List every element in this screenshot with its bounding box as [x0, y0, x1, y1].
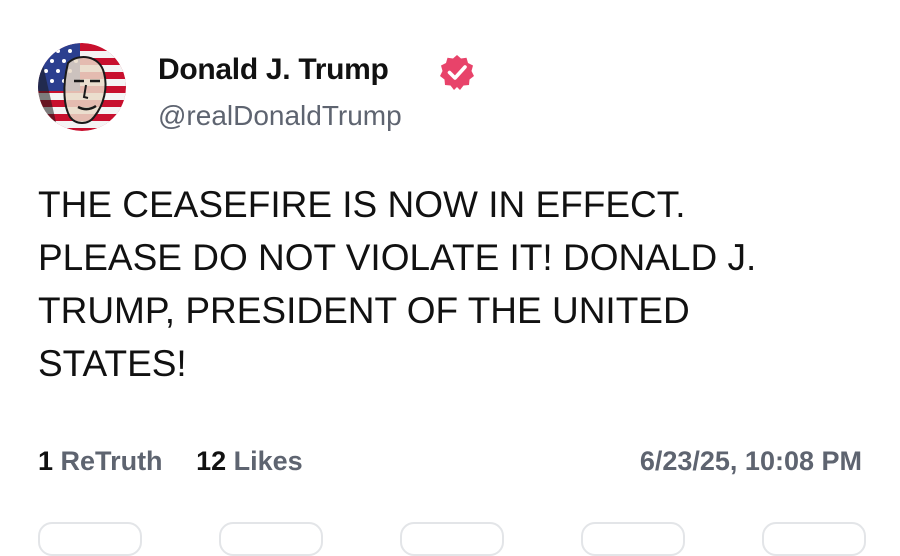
- reply-button[interactable]: [38, 522, 142, 556]
- likes-label: Likes: [233, 446, 303, 476]
- post-text-line: STATES!: [38, 343, 187, 384]
- retruth-button[interactable]: [219, 522, 323, 556]
- post-text: THE CEASEFIRE IS NOW IN EFFECT. PLEASE D…: [38, 178, 818, 390]
- likes-count: 12: [196, 446, 227, 476]
- verified-badge-icon: [438, 53, 476, 91]
- post-text-line: TRUMP, PRESIDENT OF THE UNITED: [38, 290, 690, 331]
- avatar-flag-portrait-icon: [38, 43, 126, 131]
- post-text-line: THE CEASEFIRE IS NOW IN EFFECT.: [38, 184, 686, 225]
- post-stats: 1 ReTruth 12 Likes: [38, 446, 329, 477]
- post-timestamp[interactable]: 6/23/25, 10:08 PM: [640, 446, 862, 477]
- action-bar: [38, 522, 866, 556]
- likes-stat[interactable]: 12 Likes: [196, 446, 303, 477]
- author-name[interactable]: Donald J. Trump: [158, 53, 389, 87]
- share-button[interactable]: [581, 522, 685, 556]
- like-button[interactable]: [400, 522, 504, 556]
- post-text-line: PLEASE DO NOT VIOLATE IT! DONALD J.: [38, 237, 757, 278]
- retruths-label: ReTruth: [60, 446, 163, 476]
- retruths-count: 1: [38, 446, 54, 476]
- retruths-stat[interactable]: 1 ReTruth: [38, 446, 163, 477]
- more-button[interactable]: [762, 522, 866, 556]
- avatar[interactable]: [38, 43, 126, 131]
- author-handle[interactable]: @realDonaldTrump: [158, 100, 402, 132]
- truth-post: Donald J. Trump @realDonaldTrump THE CEA…: [0, 0, 900, 556]
